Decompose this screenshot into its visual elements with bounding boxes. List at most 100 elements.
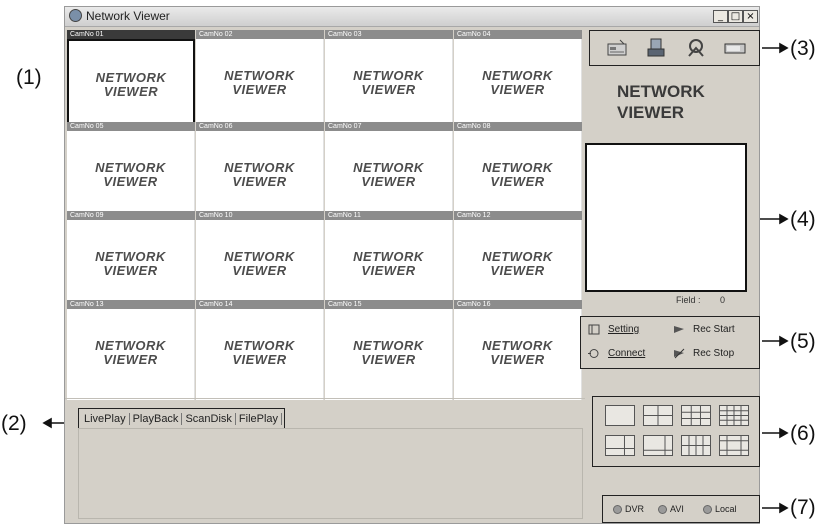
layout-selector bbox=[592, 396, 760, 467]
camera-cell[interactable]: CamNo 01 NETWORK VIEWER bbox=[67, 30, 195, 130]
camera-cell[interactable]: CamNo 08 NETWORK VIEWER bbox=[454, 122, 582, 222]
logo-line-1: NETWORK bbox=[224, 68, 295, 83]
camera-logo: NETWORK VIEWER bbox=[454, 339, 581, 367]
logo-line-1: NETWORK bbox=[353, 249, 424, 264]
camera-cell[interactable]: CamNo 15 NETWORK VIEWER bbox=[325, 300, 453, 400]
dvr-radio-dot bbox=[613, 505, 622, 515]
tab-liveplay[interactable]: LivePlay bbox=[81, 412, 130, 425]
tools-icon[interactable] bbox=[685, 38, 707, 58]
layout-13-split-button[interactable] bbox=[719, 435, 749, 456]
display-icon[interactable] bbox=[724, 38, 746, 58]
local-label: Local bbox=[715, 504, 737, 514]
camera-label: CamNo 08 bbox=[454, 122, 582, 131]
camera-cell[interactable]: CamNo 06 NETWORK VIEWER bbox=[196, 122, 324, 222]
preview-window bbox=[585, 143, 747, 292]
logo-line-2: VIEWER bbox=[103, 84, 159, 99]
camera-view: NETWORK VIEWER bbox=[196, 131, 324, 222]
tab-fileplay[interactable]: FilePlay bbox=[236, 412, 283, 425]
camera-logo: NETWORK VIEWER bbox=[196, 69, 323, 97]
logo-line-1: NETWORK bbox=[95, 70, 167, 85]
logo-line-1: NETWORK bbox=[95, 338, 166, 353]
camera-cell[interactable]: CamNo 09 NETWORK VIEWER bbox=[67, 211, 195, 311]
logo-line-1: NETWORK bbox=[482, 249, 553, 264]
rec-start-icon bbox=[674, 326, 684, 333]
avi-label: AVI bbox=[670, 504, 684, 514]
rec-stop-label: Rec Stop bbox=[693, 348, 735, 359]
camera-cell[interactable]: CamNo 04 NETWORK VIEWER bbox=[454, 30, 582, 130]
logo-line-2: VIEWER bbox=[361, 82, 416, 97]
camera-cell[interactable]: CamNo 07 NETWORK VIEWER bbox=[325, 122, 453, 222]
window-title: Network Viewer bbox=[86, 9, 170, 23]
camera-label: CamNo 03 bbox=[325, 30, 453, 39]
callout-6: (6) bbox=[790, 422, 816, 445]
camera-label: CamNo 06 bbox=[196, 122, 324, 131]
logo-line-2: VIEWER bbox=[490, 82, 545, 97]
local-radio-dot bbox=[703, 505, 712, 515]
camera-logo: NETWORK VIEWER bbox=[196, 161, 323, 189]
layout-10-split-button[interactable] bbox=[681, 435, 711, 456]
control-panel: Setting Rec Start Connect Rec Stop bbox=[580, 316, 760, 369]
camera-cell[interactable]: CamNo 16 NETWORK VIEWER bbox=[454, 300, 582, 400]
layout-1-split-button[interactable] bbox=[605, 405, 635, 426]
camera-cell[interactable]: CamNo 10 NETWORK VIEWER bbox=[196, 211, 324, 311]
avi-radio-dot bbox=[658, 505, 667, 515]
minimize-button[interactable]: _ bbox=[713, 10, 728, 23]
camera-logo: NETWORK VIEWER bbox=[196, 250, 323, 278]
logo-line-1: NETWORK bbox=[224, 249, 295, 264]
logo-line-2: VIEWER bbox=[361, 352, 416, 367]
avi-radio[interactable]: AVI bbox=[658, 504, 684, 515]
source-selector: DVR AVI Local bbox=[602, 495, 760, 523]
logo-line-2: VIEWER bbox=[490, 263, 545, 278]
camera-cell[interactable]: CamNo 03 NETWORK VIEWER bbox=[325, 30, 453, 130]
camera-logo: NETWORK VIEWER bbox=[325, 161, 452, 189]
camera-label: CamNo 14 bbox=[196, 300, 324, 309]
user-icon[interactable] bbox=[645, 38, 667, 58]
camera-view: NETWORK VIEWER bbox=[196, 220, 324, 311]
camera-view: NETWORK VIEWER bbox=[67, 131, 195, 222]
app-icon bbox=[69, 9, 82, 22]
title-bar: Network Viewer _ □ × bbox=[65, 7, 759, 27]
camera-cell[interactable]: CamNo 05 NETWORK VIEWER bbox=[67, 122, 195, 222]
layout-4-split-button[interactable] bbox=[643, 405, 673, 426]
camera-view: NETWORK VIEWER bbox=[325, 131, 453, 222]
maximize-button[interactable]: □ bbox=[728, 10, 743, 23]
camera-view: NETWORK VIEWER bbox=[196, 39, 324, 130]
camera-label: CamNo 16 bbox=[454, 300, 582, 309]
dvr-radio[interactable]: DVR bbox=[613, 504, 644, 515]
logo-line-2: VIEWER bbox=[232, 263, 287, 278]
logo-line-2: VIEWER bbox=[103, 263, 158, 278]
camera-label: CamNo 10 bbox=[196, 211, 324, 220]
logo-line-1: NETWORK bbox=[95, 160, 166, 175]
camera-cell[interactable]: CamNo 13 NETWORK VIEWER bbox=[67, 300, 195, 400]
callout-5: (5) bbox=[790, 330, 816, 353]
camera-logo: NETWORK VIEWER bbox=[67, 161, 194, 189]
logo-line-1: NETWORK bbox=[482, 68, 553, 83]
logo-line-2: VIEWER bbox=[361, 263, 416, 278]
tab-playback[interactable]: PlayBack bbox=[130, 412, 183, 425]
connect-icon bbox=[588, 349, 599, 358]
camera-logo: NETWORK VIEWER bbox=[454, 250, 581, 278]
logo-line-2: VIEWER bbox=[232, 82, 287, 97]
field-value: 0 bbox=[720, 295, 726, 305]
camera-label: CamNo 09 bbox=[67, 211, 195, 220]
layout-16-split-button[interactable] bbox=[719, 405, 749, 426]
callout-1: (1) bbox=[16, 66, 42, 89]
camera-cell[interactable]: CamNo 02 NETWORK VIEWER bbox=[196, 30, 324, 130]
tab-scandisk[interactable]: ScanDisk bbox=[182, 412, 236, 425]
layout-8-split-button[interactable] bbox=[643, 435, 673, 456]
toolbar bbox=[589, 30, 760, 66]
camera-logo: NETWORK VIEWER bbox=[196, 339, 323, 367]
rec-stop-icon bbox=[674, 348, 685, 359]
dvr-icon[interactable] bbox=[606, 38, 628, 58]
layout-9-split-button[interactable] bbox=[681, 405, 711, 426]
divider bbox=[65, 398, 585, 399]
close-button[interactable]: × bbox=[743, 10, 758, 23]
brand-line-2: VIEWER bbox=[617, 103, 685, 122]
layout-6-split-button[interactable] bbox=[605, 435, 635, 456]
camera-label: CamNo 04 bbox=[454, 30, 582, 39]
camera-cell[interactable]: CamNo 14 NETWORK VIEWER bbox=[196, 300, 324, 400]
camera-cell[interactable]: CamNo 12 NETWORK VIEWER bbox=[454, 211, 582, 311]
local-radio[interactable]: Local bbox=[703, 504, 737, 515]
camera-logo: NETWORK VIEWER bbox=[67, 250, 194, 278]
camera-cell[interactable]: CamNo 11 NETWORK VIEWER bbox=[325, 211, 453, 311]
